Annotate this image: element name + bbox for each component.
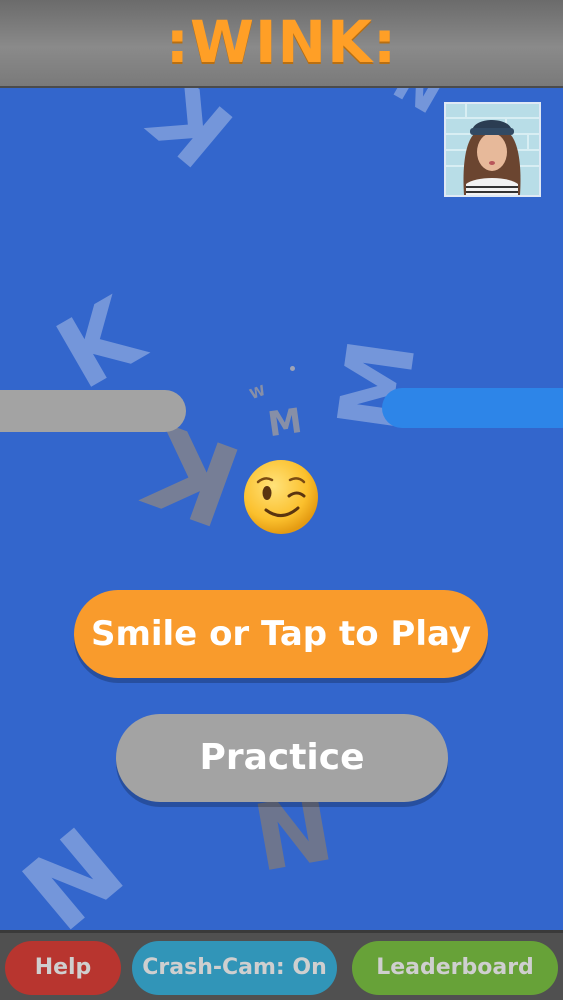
background-letter: W	[247, 382, 268, 404]
background-letter: K	[38, 276, 160, 412]
header-bar: :WINK:	[0, 0, 563, 88]
footer-bar: Help Crash-Cam: On Leaderboard	[0, 930, 563, 1000]
left-obstacle-bar	[0, 390, 186, 432]
help-button[interactable]: Help	[5, 941, 121, 995]
app-title: :WINK:	[165, 8, 398, 76]
background-letter: N	[382, 88, 455, 127]
play-button[interactable]: Smile or Tap to Play	[74, 590, 488, 678]
right-obstacle-bar	[382, 388, 563, 428]
practice-button[interactable]: Practice	[116, 714, 448, 802]
crash-cam-toggle[interactable]: Crash-Cam: On	[132, 941, 337, 995]
camera-preview	[444, 102, 541, 197]
leaderboard-button[interactable]: Leaderboard	[352, 941, 558, 995]
background-letter: K	[132, 88, 254, 187]
tiny-dot	[290, 366, 295, 371]
selfie-photo-icon	[446, 104, 539, 195]
background-letter: M	[265, 400, 305, 446]
background-letter: N	[0, 805, 147, 930]
winking-face-icon	[244, 460, 318, 534]
